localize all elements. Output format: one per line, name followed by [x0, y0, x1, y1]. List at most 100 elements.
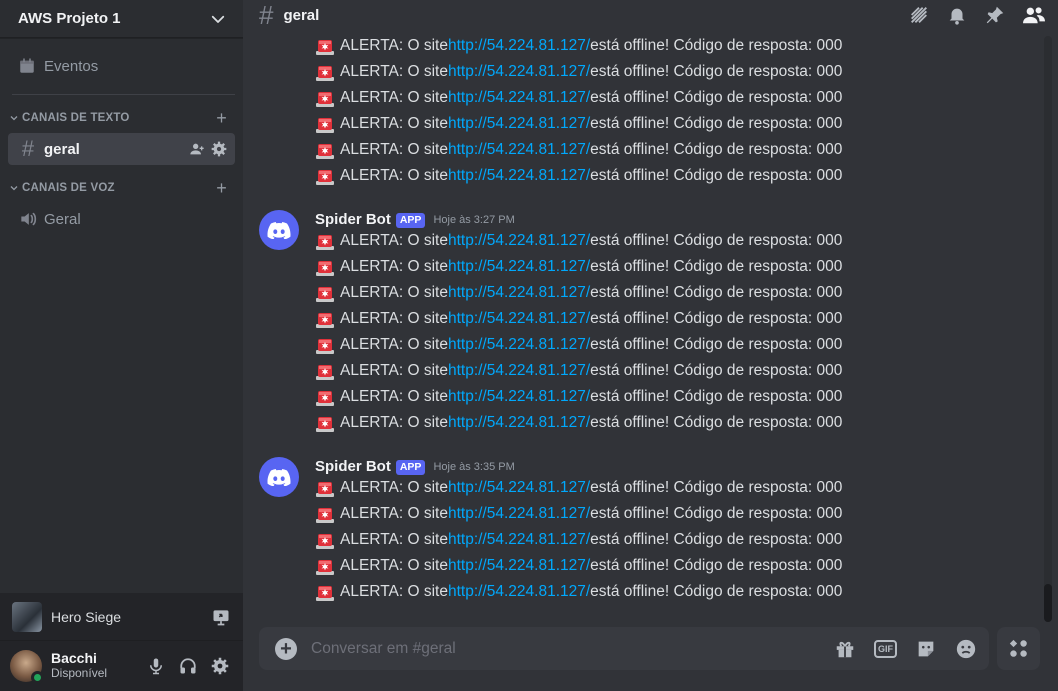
alert-url-link[interactable]: http://54.224.81.127/: [448, 37, 590, 55]
alert-url-link[interactable]: http://54.224.81.127/: [448, 63, 590, 81]
scrollbar-track[interactable]: [1044, 36, 1052, 622]
alert-url-link[interactable]: http://54.224.81.127/: [448, 583, 590, 601]
alert-suffix: está offline! Código de resposta: 000: [590, 336, 843, 353]
alert-url-link[interactable]: http://54.224.81.127/: [448, 414, 590, 432]
member-list-icon[interactable]: [1022, 4, 1046, 26]
message-line: ALERTA: O site http://54.224.81.127/ est…: [243, 228, 1043, 254]
gift-icon[interactable]: [834, 638, 856, 660]
avatar[interactable]: [10, 650, 44, 684]
activity-bar: Hero Siege: [0, 593, 243, 641]
alert-suffix: está offline! Código de resposta: 000: [590, 310, 843, 327]
apps-button[interactable]: [997, 627, 1040, 670]
create-text-channel-icon[interactable]: +: [216, 109, 227, 127]
message-line: ALERTA: O site http://54.224.81.127/ est…: [243, 59, 1043, 85]
stream-screen-icon[interactable]: [211, 607, 231, 627]
emoji-icon[interactable]: [955, 638, 977, 660]
alert-url-link[interactable]: http://54.224.81.127/: [448, 115, 590, 133]
alert-suffix: está offline! Código de resposta: 000: [590, 232, 843, 249]
alert-url-link[interactable]: http://54.224.81.127/: [448, 258, 590, 276]
alert-url-link[interactable]: http://54.224.81.127/: [448, 557, 590, 575]
microphone-icon[interactable]: [147, 657, 165, 675]
user-settings-gear-icon[interactable]: [211, 657, 229, 675]
alert-prefix: ALERTA: O site: [340, 63, 448, 80]
discord-app: AWS Projeto 1 Eventos CANAIS DE TEXTO + …: [0, 0, 1058, 691]
user-info[interactable]: Bacchi Disponível: [51, 651, 147, 681]
alert-url-link[interactable]: http://54.224.81.127/: [448, 336, 590, 354]
rotating-light-emoji-icon: [316, 92, 334, 107]
alert-url-link[interactable]: http://54.224.81.127/: [448, 388, 590, 406]
threads-icon[interactable]: [908, 4, 930, 26]
message-line: ALERTA: O site http://54.224.81.127/ est…: [243, 137, 1043, 163]
channel-item-geral[interactable]: # geral: [8, 133, 235, 165]
text-channel-icon: #: [259, 0, 274, 30]
alert-suffix: está offline! Código de resposta: 000: [590, 557, 843, 574]
events-item[interactable]: Eventos: [8, 48, 235, 84]
chevron-down-icon: [10, 116, 18, 121]
alert-url-link[interactable]: http://54.224.81.127/: [448, 141, 590, 159]
gif-icon[interactable]: GIF: [874, 639, 897, 658]
message-line: ALERTA: O site http://54.224.81.127/ est…: [243, 33, 1043, 59]
alert-url-link[interactable]: http://54.224.81.127/: [448, 284, 590, 302]
author-name[interactable]: Spider Bot: [315, 458, 391, 475]
channel-name: geral: [44, 140, 80, 158]
alert-prefix: ALERTA: O site: [340, 89, 448, 106]
scrollbar-thumb[interactable]: [1044, 584, 1052, 622]
message-group: Spider Bot APP Hoje às 3:35 PM ALERTA: O…: [243, 453, 1043, 605]
server-header[interactable]: AWS Projeto 1: [0, 0, 243, 38]
alert-suffix: está offline! Código de resposta: 000: [590, 63, 843, 80]
rotating-light-emoji-icon: [316, 391, 334, 406]
attach-plus-button[interactable]: +: [275, 637, 297, 660]
author-name[interactable]: Spider Bot: [315, 211, 391, 228]
invite-icon[interactable]: [189, 141, 205, 157]
message-line: ALERTA: O site http://54.224.81.127/ est…: [243, 163, 1043, 189]
sticker-icon[interactable]: [915, 638, 937, 660]
message-list: ALERTA: O site http://54.224.81.127/ est…: [243, 33, 1043, 605]
speaker-icon: [21, 212, 37, 226]
rotating-light-emoji-icon: [316, 287, 334, 302]
voice-channels-category[interactable]: CANAIS DE VOZ +: [8, 179, 235, 197]
alert-prefix: ALERTA: O site: [340, 557, 448, 574]
alert-prefix: ALERTA: O site: [340, 505, 448, 522]
activity-name: Hero Siege: [51, 608, 122, 625]
alert-url-link[interactable]: http://54.224.81.127/: [448, 505, 590, 523]
pin-icon[interactable]: [984, 4, 1006, 26]
message-line: ALERTA: O site http://54.224.81.127/ est…: [243, 553, 1043, 579]
message-line: ALERTA: O site http://54.224.81.127/ est…: [243, 579, 1043, 605]
headphones-icon[interactable]: [179, 657, 197, 675]
message-timestamp: Hoje às 3:27 PM: [433, 214, 515, 226]
alert-prefix: ALERTA: O site: [340, 310, 448, 327]
alert-prefix: ALERTA: O site: [340, 336, 448, 353]
alert-url-link[interactable]: http://54.224.81.127/: [448, 310, 590, 328]
alert-url-link[interactable]: http://54.224.81.127/: [448, 531, 590, 549]
rotating-light-emoji-icon: [316, 144, 334, 159]
server-name: AWS Projeto 1: [18, 10, 121, 27]
alert-url-link[interactable]: http://54.224.81.127/: [448, 167, 590, 185]
alert-url-link[interactable]: http://54.224.81.127/: [448, 362, 590, 380]
alert-suffix: está offline! Código de resposta: 000: [590, 141, 843, 158]
voice-channel-item-geral[interactable]: Geral: [8, 203, 235, 235]
alert-prefix: ALERTA: O site: [340, 362, 448, 379]
alert-suffix: está offline! Código de resposta: 000: [590, 362, 843, 379]
notification-bell-icon[interactable]: [946, 4, 968, 26]
user-panel: Bacchi Disponível: [0, 641, 243, 691]
rotating-light-emoji-icon: [316, 534, 334, 549]
alert-prefix: ALERTA: O site: [340, 479, 448, 496]
create-voice-channel-icon[interactable]: +: [216, 179, 227, 197]
message-line: ALERTA: O site http://54.224.81.127/ est…: [243, 527, 1043, 553]
message-header: Spider Bot APP Hoje às 3:27 PM: [243, 206, 1043, 228]
alert-url-link[interactable]: http://54.224.81.127/: [448, 479, 590, 497]
text-channels-category[interactable]: CANAIS DE TEXTO +: [8, 109, 235, 127]
rotating-light-emoji-icon: [316, 365, 334, 380]
alert-url-link[interactable]: http://54.224.81.127/: [448, 89, 590, 107]
channel-sidebar: AWS Projeto 1 Eventos CANAIS DE TEXTO + …: [0, 0, 243, 691]
message-input[interactable]: Conversar em #geral: [311, 640, 834, 658]
alert-url-link[interactable]: http://54.224.81.127/: [448, 232, 590, 250]
gear-icon[interactable]: [211, 141, 227, 157]
alert-suffix: está offline! Código de resposta: 000: [590, 258, 843, 275]
alert-suffix: está offline! Código de resposta: 000: [590, 388, 843, 405]
alert-suffix: está offline! Código de resposta: 000: [590, 414, 843, 431]
alert-suffix: está offline! Código de resposta: 000: [590, 505, 843, 522]
message-group: Spider Bot APP Hoje às 3:27 PM ALERTA: O…: [243, 206, 1043, 436]
message-timestamp: Hoje às 3:35 PM: [433, 461, 515, 473]
rotating-light-emoji-icon: [316, 40, 334, 55]
